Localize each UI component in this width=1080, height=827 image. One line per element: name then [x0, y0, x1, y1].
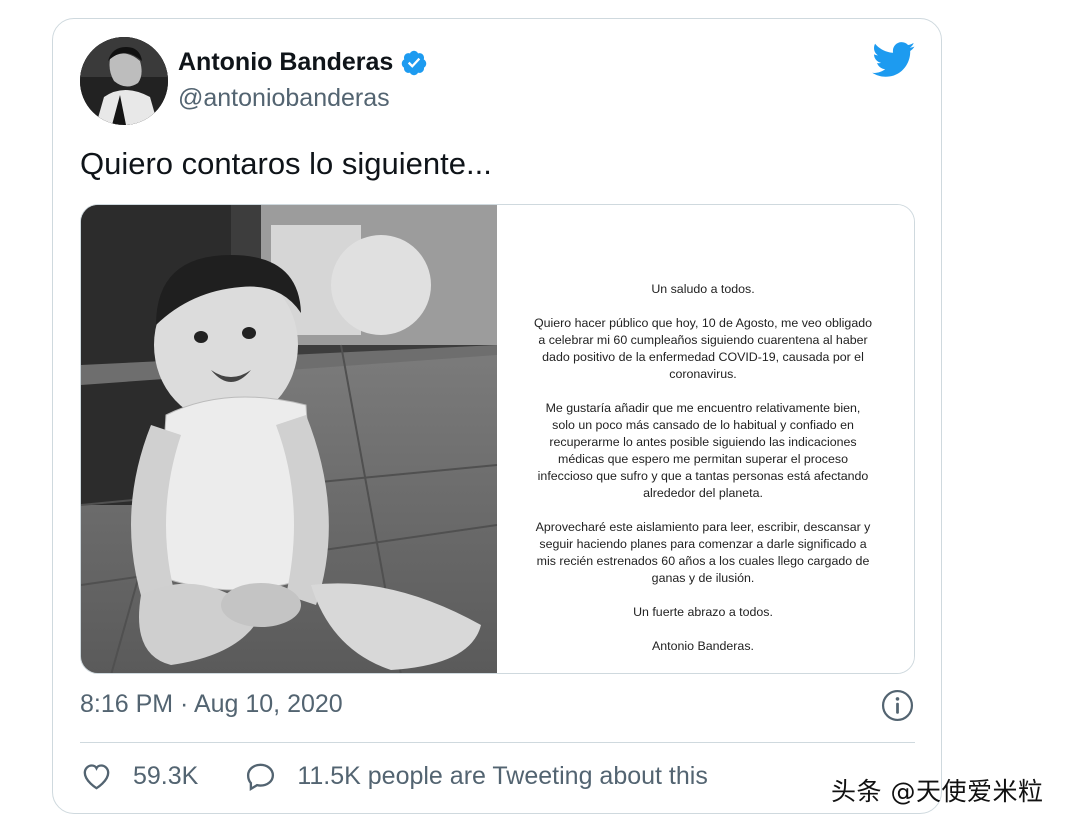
- letter-paragraph: Aprovecharé este aislamiento para leer, …: [535, 520, 871, 585]
- tweeting-count: 11.5K people are Tweeting about this: [297, 762, 708, 790]
- watermark: 头条 @天使爱米粒: [831, 777, 1044, 806]
- letter-paragraph: Me gustaría añadir que me encuentro rela…: [537, 401, 869, 500]
- twitter-bird-icon[interactable]: [872, 42, 916, 78]
- letter-greeting: Un saludo a todos.: [651, 282, 755, 296]
- like-button[interactable]: 59.3K: [80, 760, 198, 793]
- tweet-timestamp[interactable]: 8:16 PM · Aug 10, 2020: [80, 690, 343, 719]
- letter-closing: Un fuerte abrazo a todos.: [633, 605, 773, 619]
- divider: [80, 742, 915, 743]
- letter-paragraph: Quiero hacer público que hoy, 10 de Agos…: [534, 316, 872, 381]
- letter-signature: Antonio Banderas.: [652, 639, 754, 653]
- like-count: 59.3K: [133, 762, 199, 790]
- verified-badge-icon: [402, 50, 427, 75]
- baby-photo: [81, 205, 498, 673]
- display-name[interactable]: Antonio Banderas: [178, 48, 393, 77]
- letter-panel: Un saludo a todos. Quiero hacer público …: [497, 205, 914, 673]
- user-handle[interactable]: @antoniobanderas: [178, 84, 390, 113]
- avatar[interactable]: [80, 37, 168, 125]
- reply-button[interactable]: 11.5K people are Tweeting about this: [244, 760, 708, 793]
- tweet-text: Quiero contaros lo siguiente...: [80, 146, 492, 181]
- tweet-media[interactable]: Un saludo a todos. Quiero hacer público …: [80, 204, 915, 674]
- heart-icon: [83, 764, 110, 790]
- info-icon[interactable]: [881, 689, 914, 722]
- speech-bubble-icon: [247, 763, 275, 791]
